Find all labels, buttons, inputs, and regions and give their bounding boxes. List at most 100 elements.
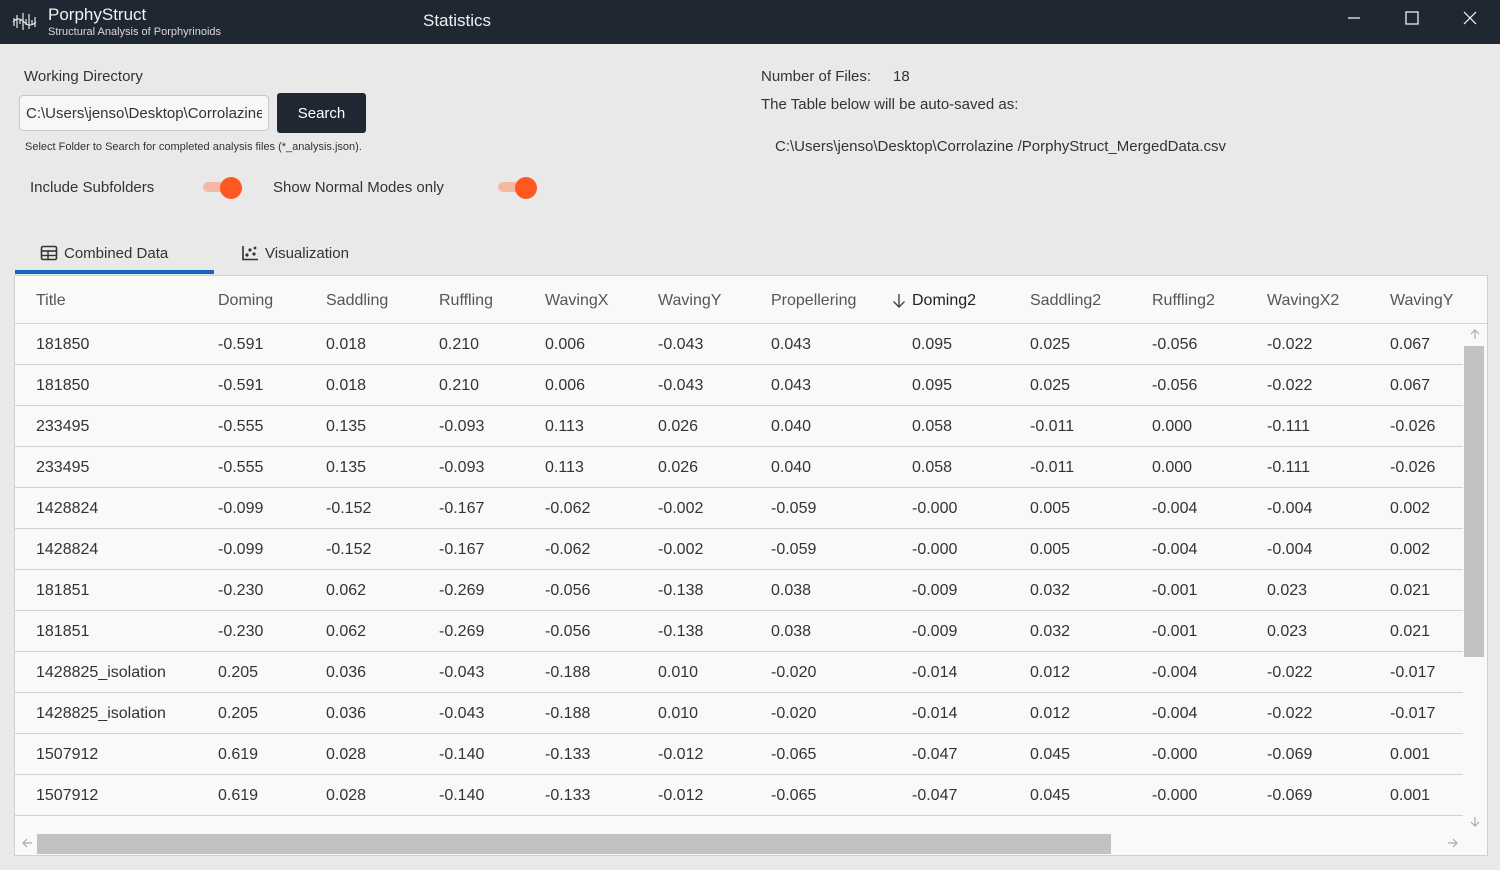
table-row[interactable]: 1428824 -0.099 -0.152 -0.167 -0.062 -0.002 -0.… <box>15 488 1463 529</box>
close-button[interactable] <box>1441 0 1499 36</box>
table-row[interactable]: 181851 -0.230 0.062 -0.269 -0.056 -0.138 0.038… <box>15 570 1463 611</box>
vertical-scrollbar-thumb[interactable] <box>1464 346 1484 657</box>
table-cell: 0.045 <box>1030 746 1071 763</box>
table-cell: 0.135 <box>326 459 367 476</box>
table-cell: -0.133 <box>545 787 591 804</box>
include-subfolders-toggle[interactable] <box>203 177 243 199</box>
table-row[interactable]: 1428824 -0.099 -0.152 -0.167 -0.062 -0.002 -0.… <box>15 529 1463 570</box>
table-cell: -0.011 <box>1030 418 1075 435</box>
table-row[interactable]: 1507912 0.619 0.028 -0.140 -0.133 -0.012 -0.06… <box>15 775 1463 816</box>
autosave-label: The Table below will be auto-saved as: <box>761 96 1019 113</box>
tab-label: Visualization <box>265 244 349 262</box>
normal-modes-label: Show Normal Modes only <box>273 179 444 196</box>
table-row[interactable]: 181850 -0.591 0.018 0.210 0.006 -0.043 0.043 0.… <box>15 365 1463 406</box>
search-button[interactable]: Search <box>277 93 366 133</box>
table-cell: 0.113 <box>545 459 584 476</box>
table-cell: -0.002 <box>658 500 704 517</box>
table-cell: -0.004 <box>1267 500 1313 517</box>
scroll-right-arrow-icon[interactable] <box>1447 837 1459 852</box>
table-row[interactable]: 1428825_isolation 0.205 0.036 -0.043 -0.188 0… <box>15 652 1463 693</box>
column-header-wavingy[interactable]: WavingY <box>658 292 721 310</box>
table-cell: -0.059 <box>771 500 817 517</box>
table-icon <box>40 245 58 261</box>
column-header-wavingx2[interactable]: WavingX2 <box>1267 292 1339 310</box>
column-header-wavingx[interactable]: WavingX <box>545 292 608 310</box>
tab-combined-data[interactable]: Combined Data <box>40 232 168 274</box>
minimize-button[interactable] <box>1325 0 1383 36</box>
table-cell: 0.113 <box>545 418 584 435</box>
table-cell: 233495 <box>36 418 90 435</box>
table-cell: 0.018 <box>326 377 367 394</box>
table-cell: -0.065 <box>771 746 817 763</box>
column-header-propellering[interactable]: Propellering <box>771 292 856 310</box>
column-header-title[interactable]: Title <box>36 292 66 310</box>
table-cell: -0.026 <box>1390 418 1436 435</box>
table-cell: -0.001 <box>1152 582 1198 599</box>
table-cell: 0.028 <box>326 787 367 804</box>
table-row[interactable]: 1428825_isolation 0.205 0.036 -0.043 -0.188 0… <box>15 693 1463 734</box>
column-header-ruffling2[interactable]: Ruffling2 <box>1152 292 1215 310</box>
table-cell: 0.040 <box>771 418 812 435</box>
table-cell: -0.056 <box>545 582 591 599</box>
table-cell: -0.043 <box>439 664 485 681</box>
table-cell: 0.023 <box>1267 582 1308 599</box>
title-bar: PorphyStruct Structural Analysis of Porp… <box>0 0 1500 44</box>
table-cell: -0.022 <box>1267 664 1313 681</box>
table-cell: -0.062 <box>545 541 591 558</box>
table-cell: 1428824 <box>36 500 99 517</box>
table-cell: -0.133 <box>545 746 591 763</box>
column-header-saddling2[interactable]: Saddling2 <box>1030 292 1101 310</box>
table-cell: 0.032 <box>1030 623 1071 640</box>
table-cell: -0.022 <box>1267 336 1313 353</box>
table-cell: -0.004 <box>1267 541 1313 558</box>
table-cell: -0.000 <box>1152 746 1198 763</box>
table-cell: -0.004 <box>1152 500 1198 517</box>
toggle-knob <box>515 177 537 199</box>
table-row[interactable]: 233495 -0.555 0.135 -0.093 0.113 0.026 0.040 0.… <box>15 406 1463 447</box>
table-cell: -0.000 <box>912 541 958 558</box>
table-cell: 0.058 <box>912 418 953 435</box>
table-cell: -0.138 <box>658 623 704 640</box>
column-header-doming[interactable]: Doming <box>218 292 273 310</box>
minimize-icon <box>1348 17 1360 19</box>
horizontal-scrollbar-thumb[interactable] <box>37 834 1111 854</box>
table-cell: 0.000 <box>1152 418 1193 435</box>
table-cell: 0.025 <box>1030 336 1071 353</box>
table-cell: -0.111 <box>1267 459 1310 476</box>
table-cell: -0.026 <box>1390 459 1436 476</box>
column-header-doming2[interactable]: Doming2 <box>912 292 976 310</box>
table-row[interactable]: 233495 -0.555 0.135 -0.093 0.113 0.026 0.040 0.… <box>15 447 1463 488</box>
tab-visualization[interactable]: Visualization <box>241 232 349 274</box>
tab-label: Combined Data <box>64 244 169 262</box>
table-row[interactable]: 181850 -0.591 0.018 0.210 0.006 -0.043 0.043 0.… <box>15 324 1463 365</box>
table-cell: 0.032 <box>1030 582 1071 599</box>
scroll-down-arrow-icon[interactable] <box>1469 816 1481 831</box>
maximize-button[interactable] <box>1383 0 1441 36</box>
working-directory-input[interactable] <box>19 95 269 131</box>
column-header-saddling[interactable]: Saddling <box>326 292 388 310</box>
table-cell: -0.012 <box>658 746 704 763</box>
table-cell: 1507912 <box>36 746 99 763</box>
files-count-label: Number of Files: <box>761 68 872 85</box>
table-cell: 0.021 <box>1390 623 1431 640</box>
table-cell: -0.188 <box>545 705 591 722</box>
table-cell: -0.017 <box>1390 705 1436 722</box>
working-directory-label: Working Directory <box>24 68 143 85</box>
table-cell: 0.040 <box>771 459 812 476</box>
table-cell: 0.001 <box>1390 787 1431 804</box>
table-cell: -0.012 <box>658 787 704 804</box>
table-cell: -0.099 <box>218 541 264 558</box>
table-cell: 0.001 <box>1390 746 1431 763</box>
column-header-wavingy2[interactable]: WavingY <box>1390 292 1453 310</box>
normal-modes-toggle[interactable] <box>498 177 538 199</box>
table-cell: 0.018 <box>326 336 367 353</box>
table-cell: -0.269 <box>439 582 485 599</box>
table-row[interactable]: 1507912 0.619 0.028 -0.140 -0.133 -0.012 -0.06… <box>15 734 1463 775</box>
table-row[interactable]: 181851 -0.230 0.062 -0.269 -0.056 -0.138 0.038… <box>15 611 1463 652</box>
scroll-left-arrow-icon[interactable] <box>21 837 33 852</box>
table-cell: 181850 <box>36 336 90 353</box>
table-cell: 0.043 <box>771 377 812 394</box>
column-header-ruffling[interactable]: Ruffling <box>439 292 493 310</box>
scroll-up-arrow-icon[interactable] <box>1469 328 1481 343</box>
table-cell: 181851 <box>36 623 90 640</box>
